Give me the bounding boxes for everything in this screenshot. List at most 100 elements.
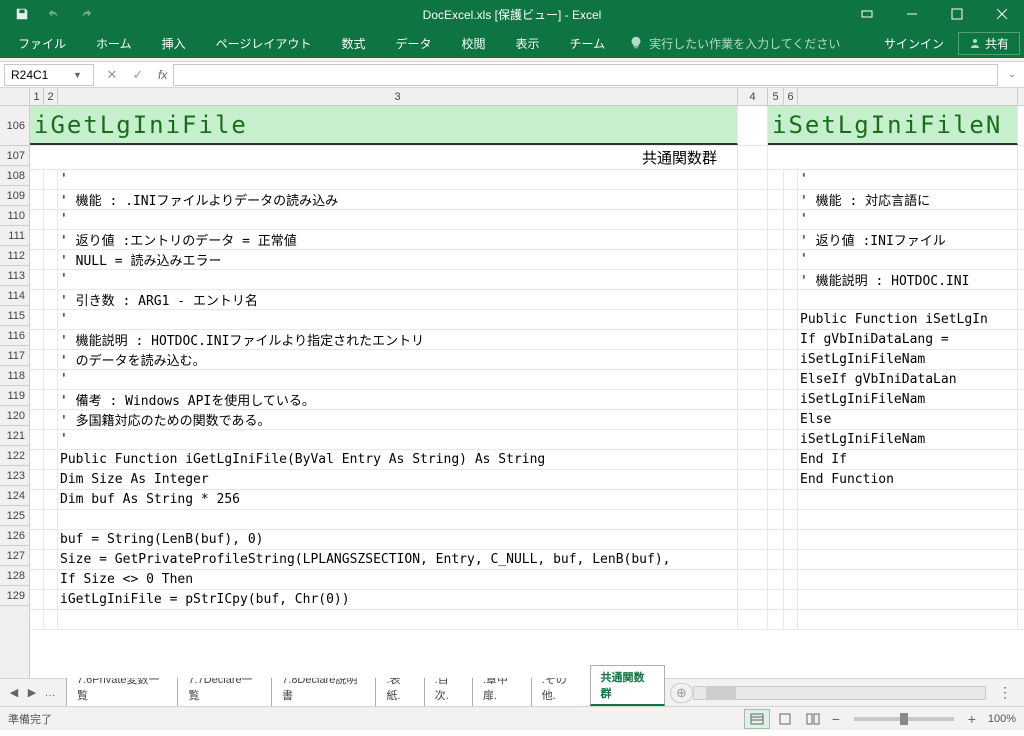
cell[interactable]: [30, 550, 44, 569]
function-title-right[interactable]: iSetLgIniFileN: [768, 106, 1018, 145]
cell[interactable]: [784, 510, 798, 529]
code-line[interactable]: Public Function iSetLgIn: [798, 310, 1018, 329]
row-header[interactable]: 124: [0, 486, 29, 506]
cell[interactable]: [738, 230, 768, 249]
cell[interactable]: [30, 450, 44, 469]
cell[interactable]: [738, 570, 768, 589]
tab-review[interactable]: 校閲: [447, 28, 499, 58]
column-header[interactable]: 2: [44, 88, 58, 105]
row-header[interactable]: 120: [0, 406, 29, 426]
cell[interactable]: [784, 230, 798, 249]
column-header[interactable]: 6: [784, 88, 798, 105]
undo-button[interactable]: [40, 2, 68, 26]
cell[interactable]: [30, 310, 44, 329]
row-header[interactable]: 111: [0, 226, 29, 246]
tab-pagelayout[interactable]: ページレイアウト: [202, 28, 326, 58]
cell[interactable]: [44, 550, 58, 569]
row-header[interactable]: 125: [0, 506, 29, 526]
row-header[interactable]: 107: [0, 146, 29, 166]
cell[interactable]: [768, 310, 784, 329]
cell[interactable]: [784, 490, 798, 509]
zoom-slider[interactable]: [854, 717, 954, 721]
code-line[interactable]: ': [58, 210, 738, 229]
view-pagelayout-button[interactable]: [772, 709, 798, 729]
cell[interactable]: [44, 450, 58, 469]
cell[interactable]: [30, 290, 44, 309]
cell[interactable]: [30, 410, 44, 429]
cell[interactable]: [30, 590, 44, 609]
column-header[interactable]: 3: [58, 88, 738, 105]
cell[interactable]: [738, 590, 768, 609]
code-line[interactable]: ': [58, 270, 738, 289]
cell[interactable]: [30, 210, 44, 229]
cell[interactable]: [784, 210, 798, 229]
cell[interactable]: [30, 230, 44, 249]
sheet-tab-active[interactable]: 共通関数群: [590, 665, 665, 706]
cell[interactable]: [30, 430, 44, 449]
row-header[interactable]: 112: [0, 246, 29, 266]
cell[interactable]: [738, 210, 768, 229]
cell[interactable]: [768, 146, 1018, 169]
cell[interactable]: [768, 290, 784, 309]
cell[interactable]: [738, 530, 768, 549]
redo-button[interactable]: [72, 2, 100, 26]
cell[interactable]: [784, 610, 798, 629]
cell-grid[interactable]: iGetLgIniFileiSetLgIniFileN共通関数群''' 機能 :…: [30, 106, 1024, 678]
code-line[interactable]: [798, 570, 1018, 589]
row-header[interactable]: 128: [0, 566, 29, 586]
cell[interactable]: [784, 590, 798, 609]
cell[interactable]: [784, 550, 798, 569]
cell[interactable]: [768, 570, 784, 589]
cell[interactable]: [784, 430, 798, 449]
cell[interactable]: [784, 270, 798, 289]
cell[interactable]: [784, 170, 798, 189]
code-line[interactable]: buf = String(LenB(buf), 0): [58, 530, 738, 549]
cell[interactable]: [30, 270, 44, 289]
cell[interactable]: [768, 190, 784, 209]
code-line[interactable]: If Size <> 0 Then: [58, 570, 738, 589]
tab-team[interactable]: チーム: [556, 28, 620, 58]
cell[interactable]: [738, 470, 768, 489]
row-header[interactable]: 118: [0, 366, 29, 386]
code-line[interactable]: Public Function iGetLgIniFile(ByVal Entr…: [58, 450, 738, 469]
code-line[interactable]: Else: [798, 410, 1018, 429]
zoom-value[interactable]: 100%: [988, 713, 1016, 725]
cell[interactable]: [738, 350, 768, 369]
cell[interactable]: [784, 570, 798, 589]
code-line[interactable]: [798, 610, 1018, 629]
cell[interactable]: [44, 570, 58, 589]
cell[interactable]: [768, 350, 784, 369]
cell[interactable]: [44, 430, 58, 449]
code-line[interactable]: ': [798, 170, 1018, 189]
column-header[interactable]: 4: [738, 88, 768, 105]
cell[interactable]: [44, 610, 58, 629]
code-line[interactable]: iSetLgIniFileNam: [798, 390, 1018, 409]
tab-nav-next[interactable]: ▶: [24, 683, 40, 703]
horizontal-scrollbar[interactable]: [693, 686, 986, 700]
cell[interactable]: [44, 590, 58, 609]
cell[interactable]: [44, 270, 58, 289]
cell[interactable]: [768, 410, 784, 429]
cell[interactable]: [738, 190, 768, 209]
cell[interactable]: [768, 490, 784, 509]
code-line[interactable]: End If: [798, 450, 1018, 469]
row-header[interactable]: 123: [0, 466, 29, 486]
tab-nav-more[interactable]: …: [42, 683, 58, 703]
cell[interactable]: [30, 330, 44, 349]
code-line[interactable]: iSetLgIniFileNam: [798, 350, 1018, 369]
cell[interactable]: [738, 410, 768, 429]
cell[interactable]: [30, 350, 44, 369]
cell[interactable]: [44, 370, 58, 389]
cell[interactable]: [30, 530, 44, 549]
code-line[interactable]: ': [58, 430, 738, 449]
maximize-button[interactable]: [934, 0, 979, 28]
tab-nav-prev[interactable]: ◀: [6, 683, 22, 703]
code-line[interactable]: ' 機能説明 : HOTDOC.INI: [798, 270, 1018, 289]
row-header[interactable]: 115: [0, 306, 29, 326]
cell[interactable]: [784, 310, 798, 329]
cell[interactable]: [784, 410, 798, 429]
code-line[interactable]: Dim Size As Integer: [58, 470, 738, 489]
tab-view[interactable]: 表示: [501, 28, 553, 58]
close-button[interactable]: [979, 0, 1024, 28]
cell[interactable]: [30, 170, 44, 189]
